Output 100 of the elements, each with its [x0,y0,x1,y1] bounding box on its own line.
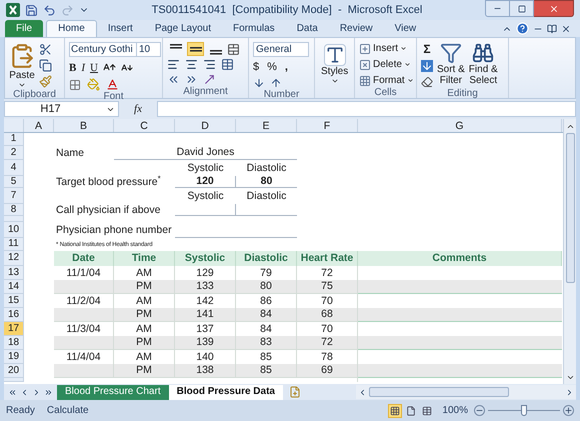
increase-indent-icon[interactable] [185,73,198,86]
column-header[interactable]: G [358,119,562,132]
ribbon-tab[interactable]: Page Layout [144,20,222,37]
column-header[interactable]: B [54,119,114,132]
ribbon-tab[interactable]: Review [328,20,384,37]
paste-button[interactable]: Paste [9,42,35,89]
row-header[interactable]: 16 [4,308,24,322]
first-sheet-icon[interactable] [8,388,17,396]
ribbon-tab[interactable]: View [384,20,428,37]
scroll-down-icon[interactable] [566,373,574,382]
font-size-field[interactable]: 10 [137,42,161,57]
maximize-button[interactable] [510,0,534,17]
copy-icon[interactable] [39,59,52,72]
save-icon[interactable] [25,4,38,16]
row-header[interactable]: 13 [4,266,24,280]
scroll-left-icon[interactable] [358,388,367,396]
row-header[interactable]: 18 [4,336,24,350]
align-center-icon[interactable] [185,58,198,71]
bold-button[interactable]: B [69,62,76,74]
fill-color-icon[interactable] [87,78,100,91]
vertical-scrollbar[interactable] [563,119,576,384]
close-button[interactable] [534,0,574,17]
column-header[interactable]: E [236,119,297,132]
horizontal-scrollbar[interactable] [356,385,576,399]
fill-in-cell [175,204,236,216]
row-header[interactable]: 14 [4,280,24,294]
table-cell: 84 [236,308,297,322]
styles-button[interactable]: Styles [319,42,350,85]
ribbon-tab[interactable]: Insert [96,20,144,37]
sheet-tab[interactable]: Blood Pressure Data [168,384,283,400]
slider-thumb[interactable] [521,404,527,416]
cut-icon[interactable] [39,43,52,56]
italic-button[interactable]: I [81,62,86,74]
sheet-tab[interactable]: Blood Pressure Chart [57,384,169,400]
column-header[interactable]: F [297,119,358,132]
zoom-level[interactable]: 100% [442,403,468,418]
close-icon[interactable] [561,24,571,34]
caret-icon [406,77,414,84]
sort-filter-button[interactable]: Sort & Filter [437,42,465,86]
ribbon-tab[interactable]: Formulas [222,20,286,37]
row-header[interactable]: 12 [4,251,24,266]
row-header[interactable]: 1 [4,133,24,146]
app-icon[interactable] [6,3,20,17]
column-header[interactable]: A [24,119,54,132]
currency-button[interactable]: $ [253,61,260,73]
cells-button[interactable]: Delete [359,58,414,71]
number-format-field[interactable]: General [253,42,309,57]
zoom-in-icon[interactable] [563,405,574,416]
decrease-indent-icon[interactable] [167,73,180,86]
zoom-out-icon[interactable] [474,405,485,416]
undo-icon[interactable] [43,4,56,16]
fill-icon[interactable] [421,60,433,72]
row-header[interactable]: 2 [4,146,24,160]
paintbrush-icon[interactable] [39,75,52,88]
help-icon[interactable] [516,22,529,35]
autosum-button[interactable]: Σ [421,43,433,56]
cells-button[interactable]: Format [359,74,414,87]
close-icon[interactable] [548,4,558,14]
orientation-icon[interactable] [203,73,216,86]
name-box[interactable]: H17 [4,101,119,117]
formula-field[interactable] [157,101,576,117]
row-header[interactable]: 20 [4,364,24,378]
row-header[interactable]: 17 [4,322,24,336]
row-header[interactable]: 4 [4,160,24,176]
align-right-icon[interactable] [203,58,216,71]
row-header[interactable]: 7 [4,188,24,204]
zoom-slider[interactable] [488,404,560,416]
row-header[interactable]: 11 [4,238,24,251]
ribbon-tab[interactable]: Data [286,20,329,37]
new-sheet-icon[interactable] [288,386,301,398]
shrink-font-icon[interactable] [120,62,133,74]
scroll-thumb[interactable] [369,387,509,397]
ribbon-tab[interactable]: File [5,20,44,37]
comma-button[interactable]: , [284,61,288,73]
find-select-button[interactable]: Find & Select [468,42,498,86]
row-header[interactable]: 8 [4,204,24,216]
table-cell: 133 [175,280,236,294]
row-header[interactable]: 19 [4,350,24,364]
font-name-field[interactable]: Century Gothi [69,42,137,57]
row-header[interactable]: 10 [4,222,24,238]
row-header[interactable]: 15 [4,294,24,308]
eraser-icon[interactable] [421,76,433,88]
last-sheet-icon[interactable] [44,388,53,396]
row-header[interactable]: 5 [4,176,24,188]
column-header[interactable]: D [175,119,236,132]
function-button[interactable]: fx [123,100,153,118]
borders-icon[interactable] [69,78,81,90]
scroll-right-icon[interactable] [565,388,574,396]
maximize-icon[interactable] [518,4,526,12]
previous-sheet-icon[interactable] [20,388,29,396]
column-header[interactable]: C [114,119,175,132]
scroll-thumb[interactable] [566,133,574,283]
scroll-up-icon[interactable] [566,122,574,131]
cells-button[interactable]: Insert [359,42,414,55]
percent-button[interactable]: % [267,61,277,73]
font-color-icon[interactable] [106,78,119,91]
next-sheet-icon[interactable] [32,388,41,396]
align-left-icon[interactable] [167,58,180,71]
ribbon-tab[interactable]: Home [46,20,97,37]
underline-button[interactable]: U [90,62,98,74]
